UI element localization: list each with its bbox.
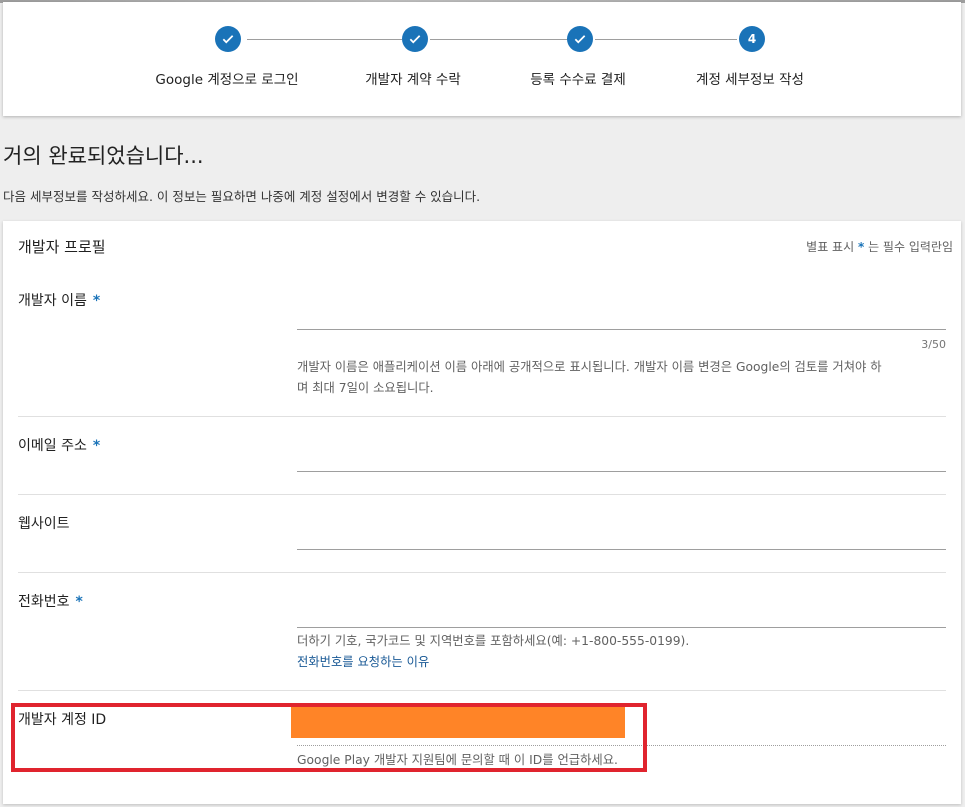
phone-hint: 더하기 기호, 국가코드 및 지역번호를 포함하세요(예: +1-800-555… [297, 634, 690, 648]
required-field-note: 별표 표시 * 는 필수 입력란임 [806, 238, 953, 255]
email-label: 이메일 주소 * [18, 435, 100, 455]
step-3-check-icon [567, 26, 593, 52]
page-title: 거의 완료되었습니다... [3, 144, 204, 168]
required-note-suffix: 는 필수 입력란임 [868, 240, 953, 254]
page-subtext: 다음 세부정보를 작성하세요. 이 정보는 필요하면 나중에 계정 설정에서 변… [3, 189, 481, 204]
phone-label-text: 전화번호 [18, 594, 70, 610]
required-star: * [92, 293, 101, 309]
website-input[interactable] [297, 549, 946, 550]
step-2-label: 개발자 계약 수락 [365, 72, 461, 88]
required-star: * [857, 240, 865, 254]
step-connector [595, 39, 737, 40]
phone-input[interactable] [297, 627, 946, 628]
developer-name-hint-line1: 개발자 이름은 애플리케이션 이름 아래에 공개적으로 표시됩니다. 개발자 이… [297, 360, 882, 374]
divider [18, 494, 946, 495]
phone-why-link[interactable]: 전화번호를 요청하는 이유 [297, 652, 429, 670]
required-note-prefix: 별표 표시 [806, 240, 855, 254]
email-input[interactable] [297, 471, 946, 472]
step-4-label: 계정 세부정보 작성 [696, 72, 804, 88]
step-1-check-icon [215, 26, 241, 52]
developer-name-hint-line2: 며 최대 7일이 소요됩니다. [297, 381, 434, 395]
developer-name-hint: 개발자 이름은 애플리케이션 이름 아래에 공개적으로 표시됩니다. 개발자 이… [297, 357, 882, 399]
website-label-text: 웹사이트 [18, 516, 70, 532]
divider [18, 416, 946, 417]
step-1-label: Google 계정으로 로그인 [155, 72, 299, 88]
developer-name-label: 개발자 이름 * [18, 290, 100, 310]
developer-name-label-text: 개발자 이름 [18, 293, 87, 309]
website-label: 웹사이트 [18, 513, 70, 533]
divider [18, 572, 946, 573]
step-3-label: 등록 수수료 결제 [530, 72, 626, 88]
step-2-check-icon [402, 26, 428, 52]
step-connector [247, 39, 402, 40]
step-4-number: 4 [739, 26, 765, 52]
developer-name-input[interactable] [297, 329, 946, 330]
progress-stepper: 4 Google 계정으로 로그인 개발자 계약 수락 등록 수수료 결제 계정… [3, 2, 961, 116]
developer-name-counter: 3/50 [921, 338, 946, 351]
email-label-text: 이메일 주소 [18, 438, 87, 454]
required-star: * [92, 438, 101, 454]
step-connector [430, 39, 568, 40]
divider [18, 690, 946, 691]
phone-label: 전화번호 * [18, 591, 83, 611]
highlight-annotation [11, 703, 647, 772]
section-title: 개발자 프로필 [18, 238, 106, 256]
required-star: * [75, 594, 83, 610]
